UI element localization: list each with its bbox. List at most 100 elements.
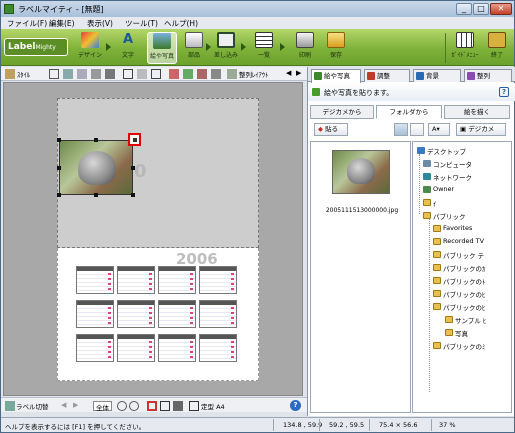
bottom-toolbar: ラベル切替 ◀ ▶ 全体 定型 A4 ? [1,397,307,412]
align-icon[interactable] [227,69,237,79]
scroll-right-icon[interactable]: ▶ [296,69,306,79]
paste-button[interactable]: ◆ 貼る [314,123,348,136]
ribbon-merge-button[interactable]: 差し込み [211,32,241,64]
undo-icon[interactable] [49,69,59,79]
thumbnail-image[interactable] [332,150,390,194]
maximize-button[interactable]: □ [473,3,489,15]
ribbon-design-button[interactable]: デザイン [75,32,105,64]
copy-icon[interactable] [77,69,87,79]
pencil-icon [312,88,320,96]
resize-handle[interactable] [94,193,98,197]
folder-icon [423,212,431,219]
panel-help-icon[interactable]: ? [499,87,509,97]
bird-image [78,151,116,185]
zoom-fit-button[interactable]: 全体 [93,401,112,412]
folder-icon [433,238,441,245]
ribbon-list-button[interactable]: 一覧 [249,32,279,64]
resize-handle[interactable] [94,138,98,142]
menu-edit[interactable]: 編集(E) [49,18,75,29]
rotate-handle[interactable] [128,133,141,146]
next-arrow-icon[interactable]: ▶ [73,401,83,411]
edit-toolbar: ｽﾀｲﾙ 整列ﾚｲｱｳﾄ ◀ ▶ [1,67,307,81]
calendar-month [199,266,237,294]
title-bar: ラベルマイティ - [無題] _ □ ✕ [1,1,514,17]
picture-toolbar: ◆ 貼る A▾ ▣ デジカメ [310,122,513,137]
ribbon-print-button[interactable]: 印刷 [290,32,320,64]
list-view-icon[interactable] [410,123,424,136]
select-icon[interactable] [123,69,133,79]
tab-background[interactable]: 背景 [413,69,461,82]
design-canvas[interactable]: 2006 0 [3,82,303,396]
ribbon-parts-button[interactable]: 部品 [179,32,209,64]
delete-icon[interactable] [105,69,115,79]
folder-icon [433,251,441,258]
lock-icon[interactable] [211,69,221,79]
thumbnail-view-icon[interactable] [394,123,408,136]
paper-icon [189,401,199,411]
sort-dropdown[interactable]: A▾ [428,123,450,136]
arrow-icon [241,43,246,51]
cut-icon[interactable] [63,69,73,79]
frame-icon[interactable] [151,69,161,79]
style-icon[interactable] [5,69,15,79]
calendar-month [158,300,196,328]
tab-align[interactable]: 整列 [464,69,512,82]
ribbon-save-button[interactable]: 保存 [321,32,351,64]
resize-handle[interactable] [57,193,61,197]
menu-view[interactable]: 表示(V) [87,18,113,29]
folder-icon [433,225,441,232]
help-icon[interactable]: ? [290,400,301,411]
layout-button[interactable]: 整列ﾚｲｱｳﾄ [239,69,268,79]
minimize-button[interactable]: _ [456,3,472,15]
label-switch-button[interactable]: ラベル切替 [16,401,49,411]
panel-header: 絵や写真を貼ります。 ? [308,83,515,101]
resize-handle[interactable] [131,166,135,170]
menu-file[interactable]: ファイル(F) [7,18,47,29]
check-icon[interactable] [183,69,193,79]
frame-view-icon[interactable] [147,401,157,411]
placed-photo[interactable] [59,140,133,195]
close-button[interactable]: ✕ [490,3,512,15]
paper-size-label[interactable]: 定型 A4 [201,401,225,411]
grid-view-icon[interactable] [173,401,183,411]
menu-help[interactable]: ヘルプ(H) [164,18,198,29]
style-button[interactable]: ｽﾀｲﾙ [17,69,30,79]
folder-icon [423,199,431,206]
label-switch-icon [5,401,15,411]
folder-icon [433,277,441,284]
zoom-out-icon[interactable] [129,401,139,411]
ribbon-guide-button[interactable]: ｶﾞｲﾄﾞﾒﾆｭｰ [450,32,480,64]
tab-digicam[interactable]: デジカメから [310,105,374,119]
bird-image [347,158,375,184]
calendar-month [158,334,196,362]
digicam-button[interactable]: ▣ デジカメ [456,123,506,136]
effect-icon[interactable] [169,69,179,79]
save-folder-icon [327,32,345,48]
tab-adjust[interactable]: 調整 [364,69,410,82]
scroll-left-icon[interactable]: ◀ [286,69,296,79]
tab-draw[interactable]: 絵を描く [444,105,510,119]
panel-header-text: 絵や写真を貼ります。 [324,89,394,97]
ribbon-picture-button[interactable]: 絵や写真 [147,32,177,64]
zoom-in-icon[interactable] [117,401,127,411]
calendar-month [199,300,237,328]
resize-handle[interactable] [131,193,135,197]
tab-folder[interactable]: フォルダから [376,105,442,119]
paste-arrow-icon: ◆ [318,125,323,133]
page-view-icon[interactable] [160,401,170,411]
prev-arrow-icon[interactable]: ◀ [61,401,71,411]
main-ribbon: LabelMighty デザイン A 文字 絵や写真 部品 差し込み 一覧 印刷 … [1,29,514,66]
group-icon[interactable] [137,69,147,79]
paste-icon[interactable] [91,69,101,79]
ribbon-text-button[interactable]: A 文字 [113,32,143,64]
ribbon-exit-button[interactable]: 終了 [482,32,512,64]
calendar-month [117,334,155,362]
resize-handle[interactable] [57,138,61,142]
brush-icon[interactable] [197,69,207,79]
status-position: 134.8 , 59.9 [283,421,323,429]
calendar-month [117,266,155,294]
status-bar: ヘルプを表示するには [F1] を押してください。 134.8 , 59.9 5… [1,417,514,432]
tab-pictures[interactable]: 絵や写真 [311,69,361,83]
menu-tools[interactable]: ツール(T) [125,18,158,29]
resize-handle[interactable] [57,166,61,170]
